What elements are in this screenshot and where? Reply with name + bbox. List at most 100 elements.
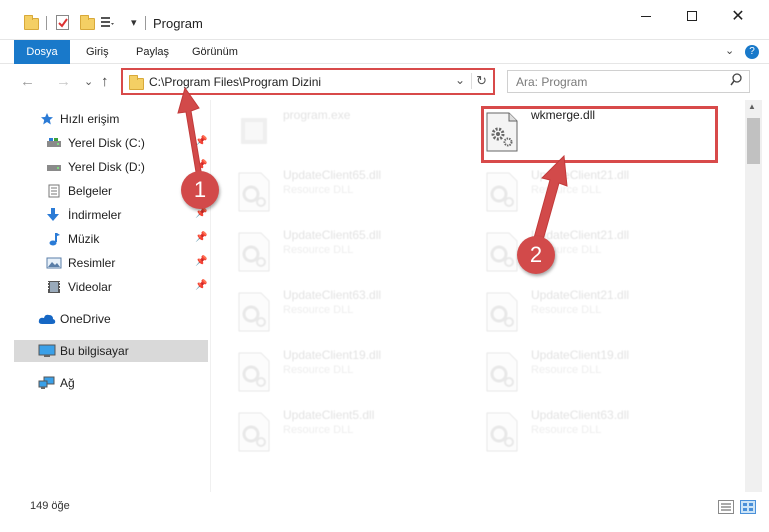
sidebar-item-local-disk-c[interactable]: Yerel Disk (C:) 📌 bbox=[0, 132, 208, 154]
sidebar-item-onedrive[interactable]: OneDrive bbox=[0, 308, 208, 330]
minimize-button[interactable] bbox=[623, 0, 669, 32]
tab-share[interactable]: Paylaş bbox=[124, 40, 181, 64]
vertical-scrollbar[interactable]: ▲ bbox=[745, 100, 762, 492]
pin-icon[interactable]: 📌 bbox=[195, 256, 207, 267]
pictures-icon bbox=[46, 256, 62, 270]
qa-dropdown-icon[interactable]: ▾ bbox=[131, 16, 137, 29]
details-view-icon[interactable] bbox=[718, 500, 734, 514]
maximize-button[interactable] bbox=[669, 0, 715, 32]
star-icon bbox=[40, 112, 54, 126]
sidebar-item-quick-access[interactable]: Hızlı erişim bbox=[0, 108, 208, 130]
file-type: Resource DLL bbox=[531, 424, 602, 436]
network-icon bbox=[38, 376, 56, 390]
pin-icon[interactable]: 📌 bbox=[195, 280, 207, 291]
large-icons-view-icon[interactable] bbox=[740, 500, 756, 514]
sidebar-item-label: Ağ bbox=[60, 376, 75, 390]
address-dropdown-icon[interactable]: ⌄ bbox=[455, 73, 465, 87]
file-item[interactable]: program.exe bbox=[211, 104, 441, 160]
address-path[interactable]: C:\Program Files\Program Dizini bbox=[149, 75, 321, 89]
file-item[interactable]: UpdateClient21.dll Resource DLL bbox=[459, 224, 689, 280]
file-item[interactable]: UpdateClient63.dll Resource DLL bbox=[459, 404, 689, 460]
file-type: Resource DLL bbox=[531, 364, 602, 376]
window-title: Program bbox=[153, 16, 203, 31]
tab-view[interactable]: Görünüm bbox=[180, 40, 250, 64]
music-icon bbox=[47, 232, 61, 246]
up-arrow-icon[interactable]: ↑ bbox=[101, 73, 109, 90]
sidebar-item-label: Müzik bbox=[68, 232, 100, 246]
back-arrow-icon[interactable]: ← bbox=[20, 73, 35, 90]
help-icon[interactable]: ? bbox=[745, 45, 759, 59]
sidebar-item-pictures[interactable]: Resimler 📌 bbox=[0, 252, 208, 274]
close-button[interactable]: ✕ bbox=[715, 0, 761, 32]
exe-file-icon bbox=[237, 112, 271, 152]
sidebar-item-label: İndirmeler bbox=[68, 208, 122, 222]
sidebar-item-this-pc[interactable]: Bu bilgisayar bbox=[14, 340, 208, 362]
file-name: UpdateClient19.dll bbox=[531, 348, 630, 362]
status-bar: 149 öğe bbox=[0, 494, 769, 518]
sidebar-item-label: Bu bilgisayar bbox=[60, 344, 129, 358]
file-type: Resource DLL bbox=[283, 364, 354, 376]
file-name: UpdateClient21.dll bbox=[531, 168, 630, 182]
computer-icon bbox=[38, 344, 56, 358]
file-name: UpdateClient63.dll bbox=[531, 408, 630, 422]
dll-file-icon bbox=[485, 352, 519, 392]
file-type: Resource DLL bbox=[283, 304, 354, 316]
forward-arrow-icon[interactable]: → bbox=[56, 73, 71, 90]
address-bar[interactable]: C:\Program Files\Program Dizini ⌄ ↻ bbox=[121, 68, 495, 95]
file-item[interactable]: UpdateClient21.dll Resource DLL bbox=[459, 164, 689, 220]
sidebar-item-label: Belgeler bbox=[68, 184, 113, 198]
file-name: UpdateClient65.dll bbox=[283, 168, 382, 182]
search-icon bbox=[730, 73, 743, 89]
ribbon-expand-icon[interactable]: ⌄ bbox=[725, 44, 734, 57]
file-type: Resource DLL bbox=[531, 304, 602, 316]
file-item[interactable]: UpdateClient63.dll Resource DLL bbox=[211, 284, 441, 340]
file-item[interactable]: UpdateClient21.dll Resource DLL bbox=[459, 284, 689, 340]
properties-icon[interactable] bbox=[56, 15, 69, 30]
sidebar-item-local-disk-d[interactable]: Yerel Disk (D:) 📌 bbox=[0, 156, 208, 178]
file-name: program.exe bbox=[283, 108, 351, 122]
sidebar-item-videos[interactable]: Videolar 📌 bbox=[0, 276, 208, 298]
pin-icon[interactable]: 📌 bbox=[195, 136, 207, 147]
pin-icon[interactable]: 📌 bbox=[195, 208, 207, 219]
separator bbox=[145, 16, 146, 30]
sidebar-item-label: OneDrive bbox=[60, 312, 111, 326]
search-placeholder[interactable]: Ara: Program bbox=[516, 75, 587, 89]
pin-icon[interactable]: 📌 bbox=[195, 232, 207, 243]
dll-file-icon bbox=[485, 232, 519, 272]
file-type: Resource DLL bbox=[283, 184, 354, 196]
recent-locations-icon[interactable]: ⌄ bbox=[84, 75, 93, 88]
file-name: UpdateClient5.dll bbox=[283, 408, 375, 422]
folder-icon bbox=[129, 75, 144, 90]
file-name: UpdateClient21.dll bbox=[531, 288, 630, 302]
documents-icon bbox=[47, 184, 61, 198]
file-item[interactable]: UpdateClient65.dll Resource DLL bbox=[211, 224, 441, 280]
ribbon: Dosya Giriş Paylaş Görünüm ⌄ ? bbox=[0, 40, 769, 64]
tab-home[interactable]: Giriş bbox=[74, 40, 121, 64]
sidebar-item-network[interactable]: Ağ bbox=[0, 372, 208, 394]
file-item[interactable]: UpdateClient19.dll Resource DLL bbox=[459, 344, 689, 400]
file-type: Resource DLL bbox=[283, 244, 354, 256]
search-box[interactable]: Ara: Program bbox=[507, 70, 750, 93]
file-item[interactable]: UpdateClient65.dll Resource DLL bbox=[211, 164, 441, 220]
sidebar-item-downloads[interactable]: İndirmeler 📌 bbox=[0, 204, 208, 226]
item-count: 149 öğe bbox=[30, 500, 70, 512]
sidebar-item-label: Yerel Disk (D:) bbox=[68, 160, 145, 174]
new-folder-icon[interactable] bbox=[80, 15, 95, 30]
tab-file[interactable]: Dosya bbox=[14, 40, 70, 64]
scroll-up-icon[interactable]: ▲ bbox=[748, 102, 756, 111]
sidebar-item-music[interactable]: Müzik 📌 bbox=[0, 228, 208, 250]
sidebar-item-documents[interactable]: Belgeler 📌 bbox=[0, 180, 208, 202]
annotation-step-2: 2 bbox=[517, 236, 555, 274]
folder-icon bbox=[24, 15, 39, 30]
customize-qa-icon[interactable] bbox=[101, 16, 115, 30]
pin-icon[interactable]: 📌 bbox=[195, 160, 207, 171]
videos-icon bbox=[47, 280, 61, 294]
annotation-step-1: 1 bbox=[181, 171, 219, 209]
minimize-icon bbox=[641, 15, 651, 17]
file-type: Resource DLL bbox=[283, 424, 354, 436]
refresh-icon[interactable]: ↻ bbox=[471, 73, 487, 89]
file-item[interactable]: UpdateClient5.dll Resource DLL bbox=[211, 404, 441, 460]
scrollbar-thumb[interactable] bbox=[747, 118, 760, 164]
sidebar-item-label: Resimler bbox=[68, 256, 116, 270]
file-item[interactable]: UpdateClient19.dll Resource DLL bbox=[211, 344, 441, 400]
